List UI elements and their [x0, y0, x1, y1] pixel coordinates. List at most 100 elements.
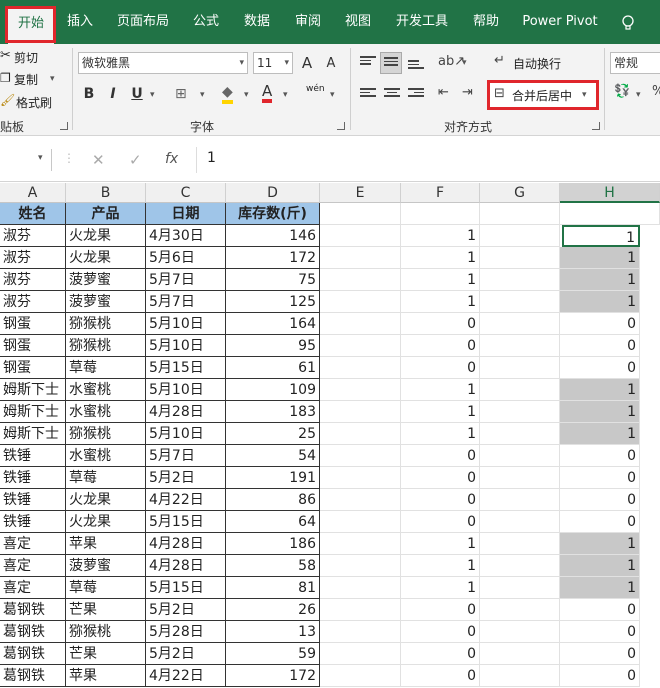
date-cell[interactable]: 5月10日 [146, 423, 226, 445]
flag-cell-f[interactable]: 0 [401, 511, 480, 533]
product-cell[interactable]: 猕猴桃 [66, 313, 146, 335]
worksheet-grid[interactable]: A B C D E F G H 姓名 产品 日期 库存数(斤) 淑芬 火龙果 4月30日 146 1 1 淑芬 火龙果… [0, 183, 660, 688]
empty-cell[interactable] [480, 533, 560, 555]
name-cell[interactable]: 喜定 [0, 555, 66, 577]
date-cell[interactable]: 5月2日 [146, 467, 226, 489]
enter-icon[interactable]: ✓ [129, 151, 142, 169]
product-cell[interactable]: 菠萝蜜 [66, 555, 146, 577]
name-cell[interactable]: 姆斯下士 [0, 401, 66, 423]
copy-button[interactable]: 复制 [14, 71, 38, 88]
empty-cell[interactable] [320, 621, 401, 643]
currency-icon[interactable]: 💱 [614, 84, 630, 99]
flag-cell-h[interactable]: 0 [560, 621, 640, 643]
product-cell[interactable]: 草莓 [66, 467, 146, 489]
name-cell[interactable]: 淑芬 [0, 291, 66, 313]
font-size-combo[interactable]: 11 ▾ [253, 52, 293, 74]
product-cell[interactable]: 苹果 [66, 533, 146, 555]
name-cell[interactable]: 葛钢铁 [0, 621, 66, 643]
currency-dropdown-icon[interactable]: ▾ [636, 90, 641, 100]
date-cell[interactable]: 4月28日 [146, 533, 226, 555]
empty-cell[interactable] [320, 379, 401, 401]
flag-cell-f[interactable]: 0 [401, 445, 480, 467]
empty-cell[interactable] [480, 555, 560, 577]
name-cell[interactable]: 铁锤 [0, 445, 66, 467]
empty-cell[interactable] [320, 313, 401, 335]
stock-cell[interactable]: 164 [226, 313, 320, 335]
column-header-c[interactable]: C [146, 183, 226, 203]
tab-review[interactable]: 审阅 [288, 0, 328, 44]
flag-cell-h[interactable]: 0 [560, 599, 640, 621]
date-cell[interactable]: 5月28日 [146, 621, 226, 643]
empty-cell[interactable] [401, 203, 480, 225]
empty-cell[interactable] [320, 643, 401, 665]
empty-cell[interactable] [480, 511, 560, 533]
tab-developer[interactable]: 开发工具 [392, 0, 452, 44]
fill-color-dropdown-icon[interactable]: ▾ [244, 90, 249, 100]
empty-cell[interactable] [480, 445, 560, 467]
merge-center-icon[interactable]: ⊟ [494, 86, 505, 101]
name-box-dropdown-icon[interactable]: ▾ [38, 153, 43, 163]
flag-cell-h[interactable]: 0 [560, 511, 640, 533]
empty-cell[interactable] [480, 379, 560, 401]
column-header-d[interactable]: D [226, 183, 320, 203]
empty-cell[interactable] [480, 203, 560, 225]
name-cell[interactable]: 铁锤 [0, 511, 66, 533]
empty-cell[interactable] [320, 357, 401, 379]
column-header-b[interactable]: B [66, 183, 146, 203]
product-cell[interactable]: 芒果 [66, 599, 146, 621]
increase-indent-icon[interactable]: ⇥ [462, 85, 473, 100]
flag-cell-f[interactable]: 1 [401, 269, 480, 291]
flag-cell-f[interactable]: 1 [401, 379, 480, 401]
tab-formulas[interactable]: 公式 [186, 0, 226, 44]
name-cell[interactable]: 葛钢铁 [0, 599, 66, 621]
date-cell[interactable]: 5月15日 [146, 357, 226, 379]
product-cell[interactable]: 草莓 [66, 577, 146, 599]
flag-cell-h[interactable]: 1 [560, 291, 640, 313]
name-cell[interactable]: 葛钢铁 [0, 643, 66, 665]
empty-cell[interactable] [480, 489, 560, 511]
empty-cell[interactable] [480, 225, 560, 247]
flag-cell-f[interactable]: 0 [401, 621, 480, 643]
tab-page-layout[interactable]: 页面布局 [112, 0, 174, 44]
cut-button[interactable]: 剪切 [14, 49, 38, 66]
empty-cell[interactable] [320, 533, 401, 555]
column-header-h[interactable]: H [560, 183, 660, 203]
flag-cell-f[interactable]: 1 [401, 401, 480, 423]
copy-icon[interactable]: ❐ [0, 71, 11, 85]
flag-cell-f[interactable]: 1 [401, 533, 480, 555]
flag-cell-f[interactable]: 1 [401, 423, 480, 445]
flag-cell-f[interactable]: 0 [401, 599, 480, 621]
date-cell[interactable]: 5月10日 [146, 335, 226, 357]
font-launcher-icon[interactable] [337, 122, 345, 130]
flag-cell-f[interactable]: 0 [401, 357, 480, 379]
stock-cell[interactable]: 186 [226, 533, 320, 555]
shrink-font-button[interactable]: A [322, 56, 340, 71]
flag-cell-h[interactable]: 1 [560, 247, 640, 269]
name-cell[interactable]: 淑芬 [0, 247, 66, 269]
header-cell[interactable]: 日期 [146, 203, 226, 225]
flag-cell-h[interactable]: 1 [560, 555, 640, 577]
underline-button[interactable]: U [128, 86, 146, 102]
active-cell-h[interactable]: 1 [562, 225, 640, 247]
date-cell[interactable]: 4月22日 [146, 489, 226, 511]
stock-cell[interactable]: 183 [226, 401, 320, 423]
flag-cell-f[interactable]: 1 [401, 225, 480, 247]
font-name-combo[interactable]: 微软雅黑 ▾ [78, 52, 248, 74]
number-format-combo[interactable]: 常规 [610, 52, 660, 74]
align-top-icon[interactable] [360, 56, 376, 68]
date-cell[interactable]: 5月10日 [146, 313, 226, 335]
flag-cell-f[interactable]: 1 [401, 247, 480, 269]
empty-cell[interactable] [480, 643, 560, 665]
copy-dropdown-icon[interactable]: ▾ [50, 74, 55, 84]
italic-button[interactable]: I [104, 86, 122, 102]
name-cell[interactable]: 钢蛋 [0, 335, 66, 357]
percent-icon[interactable]: % [652, 84, 660, 99]
flag-cell-h[interactable]: 0 [560, 313, 640, 335]
flag-cell-h[interactable]: 0 [560, 467, 640, 489]
empty-cell[interactable] [480, 291, 560, 313]
flag-cell-f[interactable]: 0 [401, 313, 480, 335]
empty-cell[interactable] [320, 665, 401, 687]
empty-cell[interactable] [320, 467, 401, 489]
empty-cell[interactable] [480, 401, 560, 423]
empty-cell[interactable] [480, 357, 560, 379]
